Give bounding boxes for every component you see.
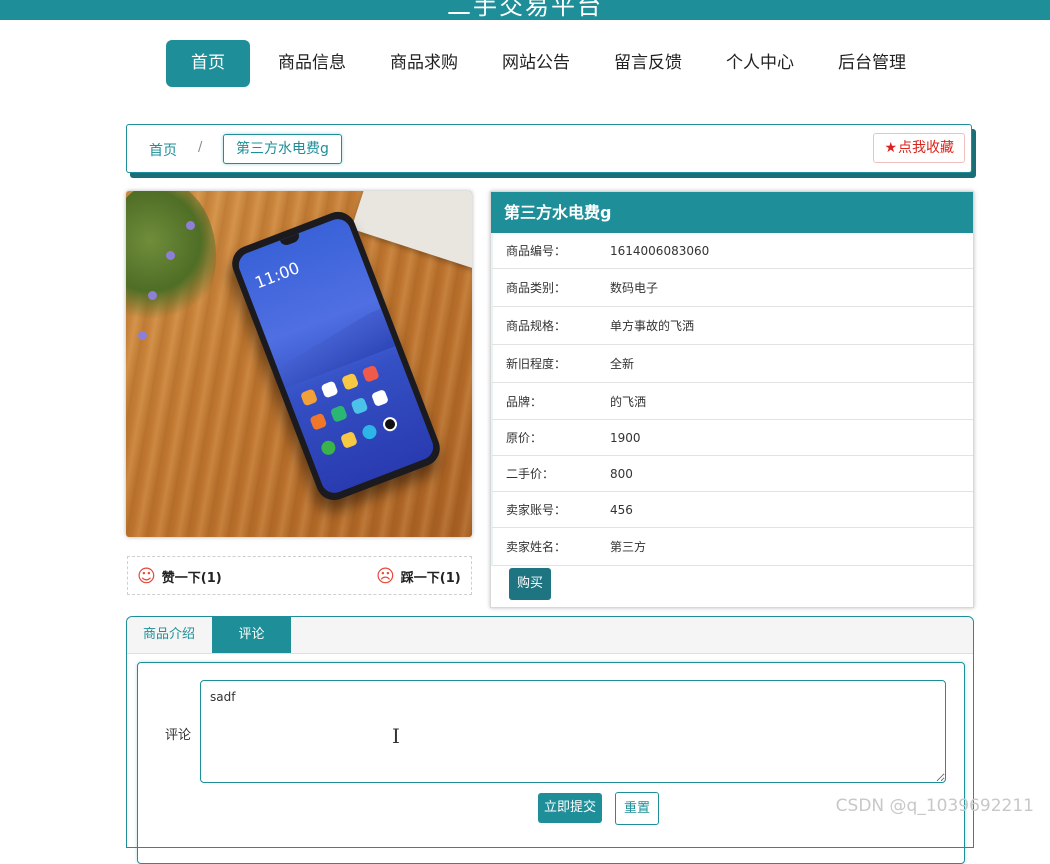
favorite-label: 点我收藏 [898, 140, 954, 156]
nav-item-admin[interactable]: 后台管理 [838, 40, 906, 87]
detail-label: 新旧程度： [506, 357, 567, 371]
breadcrumb-home-link[interactable]: 首页 [149, 140, 177, 160]
star-icon: ★ [884, 140, 897, 156]
app-icon [300, 388, 319, 407]
detail-value: 数码电子 [610, 281, 659, 295]
app-icon [329, 404, 348, 423]
detail-row: 卖家姓名： 第三方 [491, 528, 973, 566]
tab-strip: 商品介绍 评论 [127, 617, 973, 654]
watermark: CSDN @q_1039692211 [835, 796, 1034, 816]
buy-button[interactable]: 购买 [509, 568, 551, 600]
photo-flower [166, 251, 175, 260]
nav-item-wanted[interactable]: 商品求购 [390, 40, 458, 87]
reaction-bar: ☺ 赞一下(1) ☹ 踩一下(1) [127, 556, 472, 595]
detail-value: 全新 [610, 357, 635, 371]
detail-row: 二手价： 800 [491, 456, 973, 492]
detail-label: 原价： [506, 431, 543, 445]
detail-row: 新旧程度： 全新 [491, 345, 973, 383]
app-icon [319, 438, 338, 457]
reset-button[interactable]: 重置 [615, 792, 659, 825]
product-title: 第三方水电费g [491, 192, 973, 233]
app-icon [341, 372, 360, 391]
detail-label: 二手价： [506, 467, 555, 481]
detail-row: 卖家账号： 456 [491, 492, 973, 528]
detail-label: 品牌： [506, 394, 543, 409]
nav-item-profile[interactable]: 个人中心 [726, 40, 794, 87]
detail-label: 商品规格： [506, 319, 567, 333]
nav-item-products[interactable]: 商品信息 [278, 40, 346, 87]
detail-row: 商品类别： 数码电子 [491, 269, 973, 307]
phone-device: 11:00 [226, 206, 446, 506]
text-cursor-icon: I [392, 724, 400, 748]
comment-label: 评论 [165, 728, 192, 743]
top-header-bar: 二手交易平台 [0, 0, 1050, 20]
comment-textarea[interactable]: sadf [200, 680, 946, 783]
photo-flower [138, 331, 147, 340]
detail-value: 1614006083060 [610, 243, 710, 258]
phone-screen: 11:00 [235, 215, 437, 497]
breadcrumb-separator: / [198, 140, 203, 155]
frown-icon: ☹ [376, 566, 395, 587]
detail-row: 品牌： 的飞洒 [491, 383, 973, 420]
app-icon [320, 380, 339, 399]
detail-label: 卖家姓名： [506, 540, 567, 554]
photo-plant [126, 191, 216, 331]
product-image: 11:00 [126, 191, 472, 537]
dislike-label: 踩一下(1) [400, 571, 461, 586]
detail-value: 456 [610, 502, 633, 517]
detail-value: 1900 [610, 430, 641, 445]
detail-label: 卖家账号： [506, 503, 567, 517]
breadcrumb-current[interactable]: 第三方水电费g [223, 134, 342, 164]
phone-notch [279, 233, 302, 247]
detail-label: 商品类别： [506, 281, 567, 295]
app-icon [339, 430, 358, 449]
nav-item-home[interactable]: 首页 [166, 40, 250, 87]
detail-value: 单方事故的飞洒 [610, 319, 695, 333]
smile-icon: ☺ [137, 566, 156, 587]
app-icon [361, 364, 380, 383]
detail-row: 商品编号： 1614006083060 [491, 233, 973, 269]
dislike-button[interactable]: ☹ 踩一下(1) [376, 566, 461, 587]
photo-paper [351, 191, 472, 269]
app-icon [350, 396, 369, 415]
favorite-button[interactable]: ★点我收藏 [873, 133, 965, 163]
tab-product-intro[interactable]: 商品介绍 [127, 617, 211, 653]
detail-label: 商品编号： [506, 244, 567, 258]
product-detail-panel: 第三方水电费g 商品编号： 1614006083060 商品类别： 数码电子 商品规… [490, 191, 974, 608]
site-title: 二手交易平台 [447, 0, 603, 20]
submit-button[interactable]: 立即提交 [538, 793, 602, 823]
detail-value: 的飞洒 [610, 394, 647, 409]
app-icon [380, 415, 400, 434]
like-label: 赞一下(1) [161, 571, 222, 586]
tab-comments[interactable]: 评论 [212, 617, 291, 653]
photo-flower [148, 291, 157, 300]
app-icon [360, 423, 379, 442]
nav-item-announcements[interactable]: 网站公告 [502, 40, 570, 87]
app-icon [309, 412, 328, 431]
phone-time: 11:00 [252, 258, 303, 293]
breadcrumb: 首页 / 第三方水电费g ★点我收藏 [126, 124, 972, 173]
main-nav: 首页 商品信息 商品求购 网站公告 留言反馈 个人中心 后台管理 [166, 40, 906, 87]
detail-row: 商品规格： 单方事故的飞洒 [491, 307, 973, 345]
detail-value: 第三方 [610, 540, 647, 554]
app-icon [370, 388, 390, 408]
comment-form: 评论 sadf I 立即提交 重置 [137, 662, 965, 864]
detail-value: 800 [610, 466, 633, 481]
detail-row: 原价： 1900 [491, 420, 973, 456]
like-button[interactable]: ☺ 赞一下(1) [137, 566, 222, 587]
photo-flower [186, 221, 195, 230]
nav-item-feedback[interactable]: 留言反馈 [614, 40, 682, 87]
